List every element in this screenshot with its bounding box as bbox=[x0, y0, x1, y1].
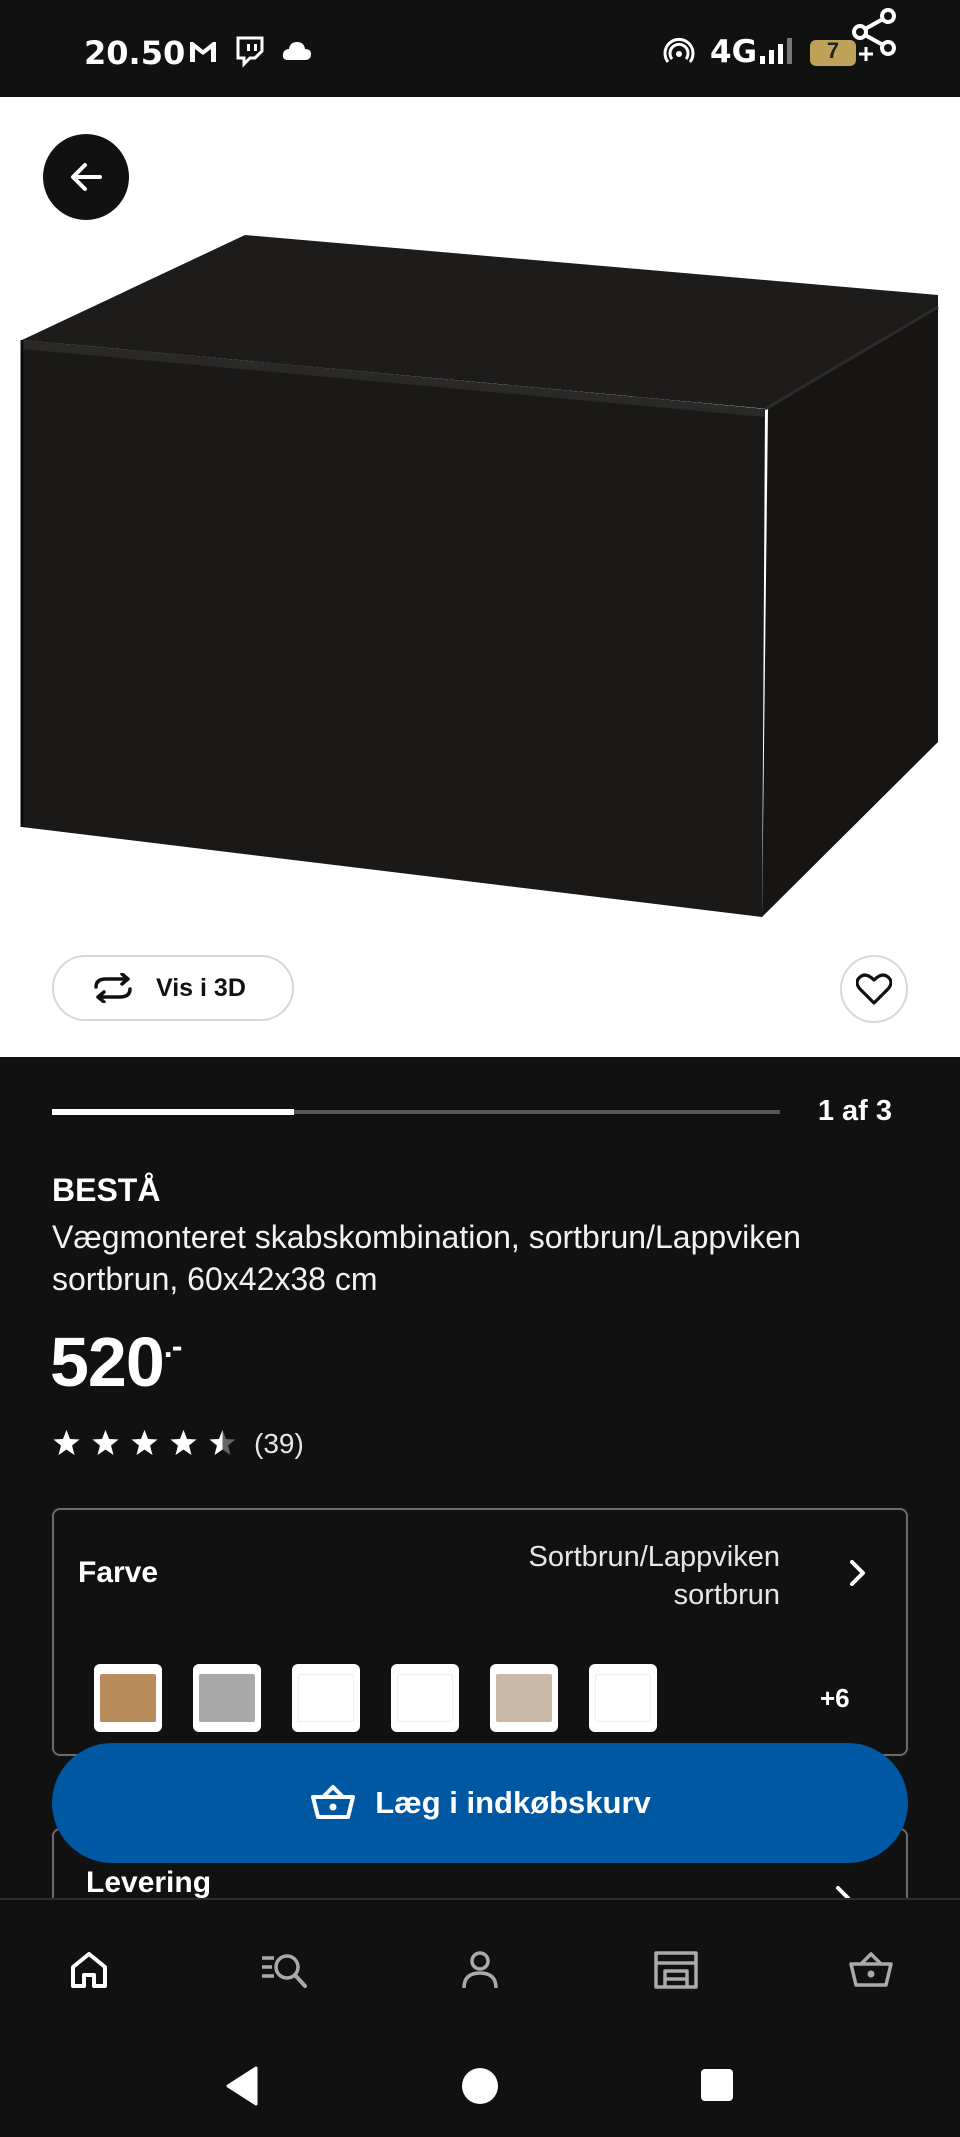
gmail-icon bbox=[190, 42, 216, 62]
search-icon bbox=[262, 1954, 307, 1988]
color-label: Farve bbox=[78, 1556, 159, 1589]
status-time: 20.50 bbox=[84, 34, 186, 72]
add-to-cart-button[interactable]: Læg i indkøbskurv bbox=[52, 1743, 908, 1863]
color-swatch-preview bbox=[199, 1674, 255, 1722]
star-icon bbox=[92, 1430, 119, 1455]
color-swatch[interactable] bbox=[490, 1664, 558, 1732]
product-image-area[interactable] bbox=[0, 97, 960, 1057]
arrow-left-icon bbox=[71, 163, 102, 191]
color-swatch-preview bbox=[100, 1674, 156, 1722]
network-type: 4G bbox=[710, 34, 758, 70]
color-value: Sortbrun/Lappviken sortbrun bbox=[528, 1541, 781, 1611]
nav-stores[interactable] bbox=[650, 1944, 702, 1996]
star-icon bbox=[170, 1430, 197, 1455]
product-price: 520.- bbox=[50, 1322, 183, 1402]
bottom-nav-divider bbox=[0, 1898, 960, 1900]
view-in-3d-button[interactable]: Vis i 3D bbox=[52, 955, 294, 1021]
star-icon bbox=[209, 1430, 236, 1455]
carousel-page-indicator: 1 af 3 bbox=[817, 1095, 892, 1127]
nav-search[interactable] bbox=[258, 1944, 310, 1996]
hotspot-icon bbox=[663, 37, 695, 63]
color-swatch[interactable] bbox=[292, 1664, 360, 1732]
color-swatch-preview bbox=[298, 1674, 354, 1722]
color-swatch-preview bbox=[595, 1674, 651, 1722]
basket-icon bbox=[311, 1785, 356, 1819]
add-to-cart-label: Læg i indkøbskurv bbox=[375, 1785, 651, 1820]
rating-count[interactable]: (39) bbox=[254, 1428, 304, 1460]
color-swatch[interactable] bbox=[391, 1664, 459, 1732]
price-value: 520 bbox=[50, 1323, 165, 1401]
color-swatch[interactable] bbox=[94, 1664, 162, 1732]
color-swatch[interactable] bbox=[193, 1664, 261, 1732]
color-swatch-preview bbox=[397, 1674, 453, 1722]
system-back-icon[interactable] bbox=[222, 2064, 262, 2108]
back-button[interactable] bbox=[43, 134, 129, 220]
basket-nav-icon bbox=[849, 1952, 893, 1987]
star-icon bbox=[53, 1430, 80, 1455]
twitch-icon bbox=[236, 36, 264, 68]
nav-basket[interactable] bbox=[845, 1944, 897, 1996]
color-swatch-preview bbox=[496, 1674, 552, 1722]
view-in-3d-label: Vis i 3D bbox=[156, 973, 246, 1002]
nav-home[interactable] bbox=[63, 1944, 115, 1996]
rating-stars[interactable] bbox=[50, 1428, 239, 1458]
heart-icon bbox=[856, 973, 892, 1005]
price-suffix: .- bbox=[163, 1328, 183, 1364]
product-name: BESTÅ bbox=[52, 1172, 161, 1208]
color-swatch[interactable] bbox=[589, 1664, 657, 1732]
cloud-icon bbox=[282, 42, 311, 60]
chevron-right-icon[interactable] bbox=[842, 1556, 872, 1590]
system-home-icon[interactable] bbox=[460, 2066, 500, 2106]
share-icon[interactable] bbox=[848, 6, 900, 58]
delivery-label: Levering bbox=[86, 1866, 212, 1899]
product-image bbox=[20, 235, 939, 917]
more-colors-link[interactable]: +6 bbox=[820, 1683, 850, 1714]
product-description: Vægmonteret skabskombination, sortbrun/L… bbox=[52, 1219, 801, 1297]
signal-icon bbox=[760, 38, 792, 64]
rotate-3d-icon bbox=[94, 973, 132, 1003]
favourite-button[interactable] bbox=[840, 955, 908, 1023]
home-icon bbox=[71, 1952, 107, 1988]
account-icon bbox=[462, 1951, 498, 1989]
system-recents-icon[interactable] bbox=[700, 2068, 734, 2102]
store-icon bbox=[654, 1951, 698, 1989]
carousel-progress-fill bbox=[52, 1109, 294, 1115]
star-icon bbox=[131, 1430, 158, 1455]
nav-account[interactable] bbox=[454, 1944, 506, 1996]
